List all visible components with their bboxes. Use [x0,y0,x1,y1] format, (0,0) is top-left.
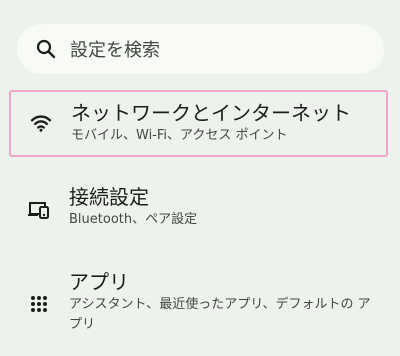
settings-item-title: ネットワークとインターネット [71,101,351,125]
settings-item-apps[interactable]: アプリ アシスタント、最近使ったアプリ、デフォルトの アプリ [9,269,388,345]
devices-icon [28,200,50,220]
wifi-icon [30,114,52,132]
settings-item-subtitle: アシスタント、最近使ったアプリ、デフォルトの アプリ [69,297,371,332]
settings-item-title: 接続設定 [69,185,149,209]
settings-item-connected-devices[interactable]: 接続設定 Bluetooth、ペア設定 [9,184,388,240]
search-bar[interactable]: 設定を検索 [17,24,384,74]
settings-item-subtitle: モバイル、Wi-Fi、アクセス ポイント [71,128,288,143]
search-icon [36,39,56,59]
settings-item-subtitle: Bluetooth、ペア設定 [69,212,198,227]
settings-item-network[interactable]: ネットワークとインターネット モバイル、Wi-Fi、アクセス ポイント [9,90,388,157]
apps-grid-icon [30,295,48,313]
settings-item-title: アプリ [69,270,129,294]
search-placeholder: 設定を検索 [70,40,160,61]
